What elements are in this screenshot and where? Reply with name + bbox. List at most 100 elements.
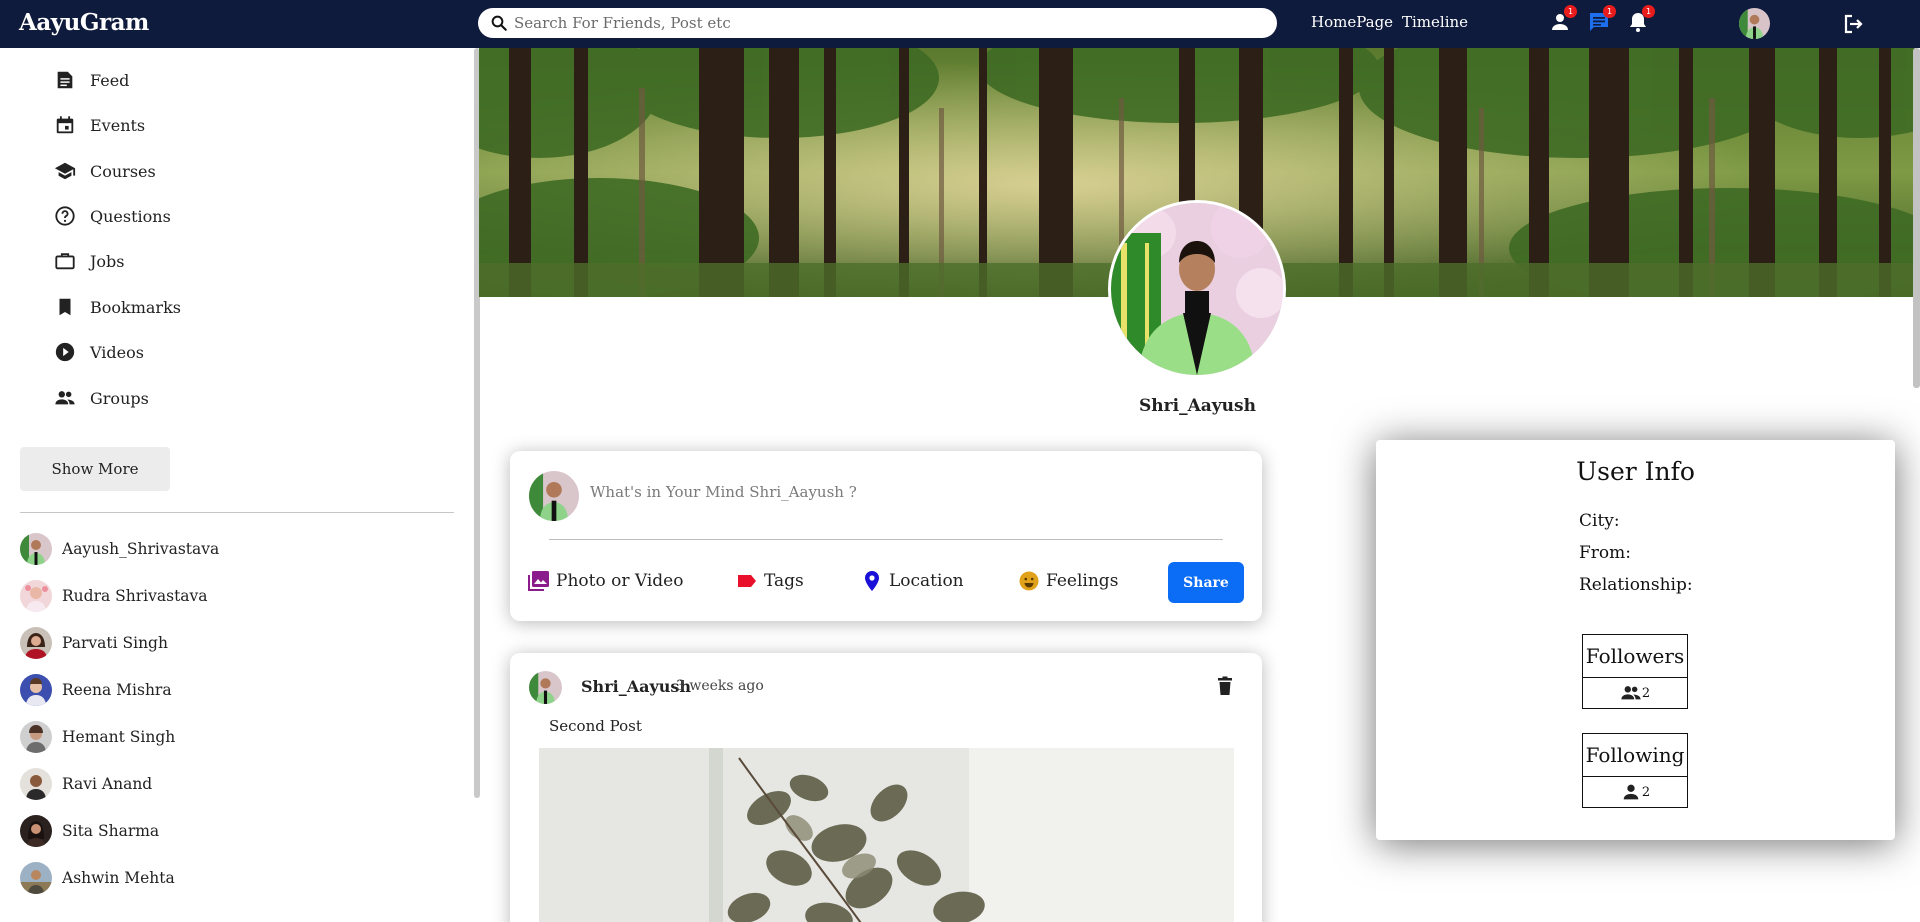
person-icon (1623, 784, 1639, 800)
sidebar-item-label: Courses (90, 161, 156, 181)
location-pin-icon (865, 571, 879, 591)
following-label: Following (1583, 734, 1687, 777)
friend-list-item[interactable]: Ravi Anand (20, 768, 152, 800)
post-image[interactable] (539, 748, 1234, 922)
sidebar-item-label: Questions (90, 206, 171, 226)
sidebar-item-videos[interactable]: Videos (54, 337, 144, 367)
photo-video-label: Photo or Video (556, 571, 684, 591)
sidebar-item-questions[interactable]: Questions (54, 201, 171, 231)
sidebar-item-label: Feed (90, 70, 130, 90)
sidebar-item-events[interactable]: Events (54, 110, 145, 140)
feelings-option[interactable]: Feelings (1017, 568, 1118, 594)
tag-icon (738, 575, 756, 587)
delete-post-button[interactable] (1213, 674, 1237, 698)
group-icon (55, 391, 75, 405)
relationship-label: Relationship: (1579, 575, 1693, 595)
page-scrollbar[interactable] (1913, 48, 1920, 388)
post-username[interactable]: Shri_Aayush (581, 677, 691, 696)
help-icon (55, 206, 75, 226)
sidebar-divider (20, 512, 454, 513)
group-icon (1621, 686, 1641, 700)
photo-video-option[interactable]: Photo or Video (527, 568, 683, 594)
left-sidebar: Feed Events Courses Questions Jobs Bookm… (0, 48, 478, 922)
following-count: 2 (1641, 784, 1651, 800)
show-more-button[interactable]: Show More (20, 447, 170, 491)
friend-name: Ashwin Mehta (62, 869, 175, 887)
messages-button[interactable]: 1 (1587, 5, 1616, 36)
following-box[interactable]: Following 2 (1582, 733, 1688, 808)
timeline-link[interactable]: Timeline (1402, 13, 1468, 31)
avatar (20, 768, 52, 800)
sidebar-item-bookmarks[interactable]: Bookmarks (54, 292, 181, 322)
friend-requests-badge: 1 (1564, 5, 1577, 18)
friend-list-item[interactable]: Sita Sharma (20, 815, 159, 847)
friend-list-item[interactable]: Rudra Shrivastava (20, 580, 208, 612)
sidebar-item-feed[interactable]: Feed (54, 65, 129, 95)
friend-name: Sita Sharma (62, 822, 160, 840)
calendar-icon (56, 116, 74, 134)
friend-name: Hemant Singh (62, 728, 176, 746)
photo-library-icon (528, 571, 549, 591)
play-icon (55, 342, 75, 362)
profile-picture[interactable] (1108, 200, 1286, 378)
sidebar-item-groups[interactable]: Groups (54, 383, 149, 413)
notifications-badge: 1 (1642, 5, 1655, 18)
briefcase-icon (55, 253, 75, 270)
search-icon (491, 15, 507, 31)
friend-requests-button[interactable]: 1 (1548, 5, 1577, 36)
emoji-icon (1019, 571, 1039, 591)
sidebar-item-label: Events (90, 115, 146, 135)
feed-icon (57, 71, 73, 89)
avatar[interactable] (529, 671, 562, 704)
trash-icon (1218, 676, 1232, 695)
share-button[interactable]: Share (1168, 562, 1244, 603)
friend-name: Aayush_Shrivastava (62, 540, 220, 558)
app-logo[interactable]: AayuGram (19, 9, 149, 36)
avatar (20, 862, 52, 894)
location-label: Location (889, 571, 964, 591)
followers-label: Followers (1583, 635, 1687, 678)
friend-list-item[interactable]: Ashwin Mehta (20, 862, 175, 894)
feelings-label: Feelings (1046, 571, 1119, 591)
avatar (20, 580, 52, 612)
sidebar-item-label: Bookmarks (90, 297, 181, 317)
from-label: From: (1579, 543, 1632, 563)
logout-button[interactable] (1841, 12, 1865, 36)
friend-name: Reena Mishra (62, 681, 172, 699)
sidebar-item-jobs[interactable]: Jobs (54, 246, 125, 276)
avatar (20, 721, 52, 753)
friend-name: Parvati Singh (62, 634, 168, 652)
messages-badge: 1 (1603, 5, 1616, 18)
sidebar-item-courses[interactable]: Courses (54, 156, 156, 186)
sidebar-item-label: Groups (90, 388, 149, 408)
school-icon (54, 162, 76, 180)
sidebar-item-label: Jobs (90, 251, 125, 271)
share-divider (549, 539, 1223, 540)
friend-name: Rudra Shrivastava (62, 587, 208, 605)
notifications-button[interactable]: 1 (1626, 5, 1655, 36)
bookmark-icon (59, 298, 71, 316)
followers-count-row: 2 (1583, 678, 1687, 708)
share-box: Photo or Video Tags Location Feelings Sh… (510, 451, 1262, 621)
tags-option[interactable]: Tags (735, 568, 804, 594)
followers-box[interactable]: Followers 2 (1582, 634, 1688, 709)
friend-list-item[interactable]: Aayush_Shrivastava (20, 533, 219, 565)
friend-list-item[interactable]: Hemant Singh (20, 721, 175, 753)
avatar (20, 533, 52, 565)
city-label: City: (1579, 511, 1620, 531)
avatar (20, 674, 52, 706)
followers-count: 2 (1641, 685, 1651, 701)
homepage-link[interactable]: HomePage (1311, 13, 1393, 31)
friend-list-item[interactable]: Parvati Singh (20, 627, 168, 659)
user-info-title: User Info (1576, 457, 1695, 486)
avatar (529, 471, 579, 521)
post-input[interactable] (590, 483, 1190, 501)
search-bar[interactable] (478, 8, 1277, 38)
profile-name: Shri_Aayush (1139, 396, 1256, 416)
top-navbar: AayuGram HomePage Timeline 1 1 1 (0, 0, 1920, 48)
search-input[interactable] (514, 14, 1254, 32)
user-info-panel: User Info City: From: Relationship: Foll… (1376, 440, 1895, 840)
friend-list-item[interactable]: Reena Mishra (20, 674, 172, 706)
user-avatar[interactable] (1739, 8, 1770, 39)
location-option[interactable]: Location (860, 568, 964, 594)
